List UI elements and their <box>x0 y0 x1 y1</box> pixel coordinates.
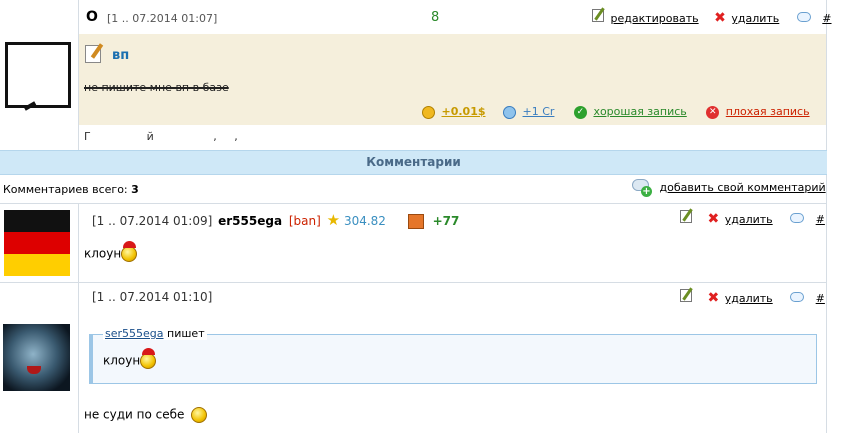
add-comment[interactable]: + добавить свой комментарий <box>632 179 826 197</box>
comment2-avatar[interactable] <box>3 324 70 391</box>
comments-count-label: Комментариев всего: 3 <box>3 183 139 196</box>
delete-link[interactable]: удалить <box>725 213 773 226</box>
post-timestamp: [1 .. 07.2014 01:07] <box>107 12 218 25</box>
quote-label: пишет <box>167 327 205 340</box>
quote-body: клоун <box>103 348 157 369</box>
comment1-text: клоун <box>84 246 122 261</box>
delete-icon[interactable]: ✖ <box>708 212 720 226</box>
notepad-icon <box>85 43 104 63</box>
delete-icon[interactable]: ✖ <box>714 11 726 25</box>
anchor-link[interactable]: # <box>816 292 825 305</box>
comment1-ban[interactable]: [ban] <box>289 214 321 228</box>
delete-link[interactable]: удалить <box>725 292 773 305</box>
treasure-icon <box>407 214 424 229</box>
comment-bubble-icon[interactable] <box>796 12 811 22</box>
comment1-header: [1 .. 07.2014 01:09] er555ega [ban] ★ 30… <box>92 211 459 229</box>
delete-icon[interactable]: ✖ <box>708 291 720 305</box>
comment1-score: 304.82 <box>343 214 386 228</box>
comments-bar-title: Комментарии <box>366 155 461 169</box>
comment-bubble-icon[interactable] <box>790 213 805 223</box>
post-actions: редактировать ✖ удалить # <box>592 9 832 25</box>
comment2-body: не суди по себе <box>84 407 208 423</box>
comment-bubble-icon[interactable] <box>790 292 805 302</box>
cross-icon: ✕ <box>706 105 720 119</box>
comment2-header: [1 .. 07.2014 01:10] <box>92 290 212 304</box>
comment1-actions: ✖ удалить # <box>680 210 825 226</box>
add-comment-icon[interactable]: + <box>632 179 652 197</box>
comment2-text: не суди по себе <box>84 407 185 422</box>
comment1-username[interactable]: er555ega <box>218 214 282 228</box>
comments-count: 3 <box>131 183 139 196</box>
edit-link[interactable]: редактировать <box>611 12 699 25</box>
edit-icon[interactable] <box>592 9 604 22</box>
cr-icon <box>503 105 517 119</box>
star-icon: ★ <box>326 211 341 229</box>
comment2-timestamp: [1 .. 07.2014 01:10] <box>92 290 213 304</box>
comment1-bonus: +77 <box>432 214 460 228</box>
money-link[interactable]: +0.01$ <box>442 105 486 118</box>
bad-link[interactable]: плохая запись <box>726 105 810 118</box>
anchor-link[interactable]: # <box>816 213 825 226</box>
post-author-initial[interactable]: O <box>86 9 98 25</box>
comment1-timestamp: [1 .. 07.2014 01:09] <box>92 214 213 228</box>
comment1-body: клоун <box>84 241 138 262</box>
comment2-actions: ✖ удалить # <box>680 289 825 305</box>
quote-text: клоун <box>103 353 141 368</box>
quote-header: ser555ega пишет <box>103 327 207 340</box>
edit-icon[interactable] <box>680 210 692 223</box>
post-avatar[interactable] <box>5 42 71 108</box>
post-rating: 8 <box>431 10 440 25</box>
edit-icon[interactable] <box>680 289 692 302</box>
cr-link[interactable]: +1 Cr <box>523 105 555 118</box>
comments-count-text: Комментариев всего: <box>3 183 128 196</box>
coin-icon <box>422 105 435 119</box>
anchor-link[interactable]: # <box>822 12 831 25</box>
santa-smiley-icon <box>140 348 157 369</box>
entry-reactions: +0.01$ +1 Cr ✓ хорошая запись ✕ плохая з… <box>422 105 810 119</box>
post-footer-text: Г й , , <box>84 130 238 143</box>
add-comment-link[interactable]: добавить свой комментарий <box>660 181 826 194</box>
quote-block <box>89 334 817 384</box>
quote-author[interactable]: ser555ega <box>105 327 164 340</box>
comments-bar: Комментарии <box>0 150 827 175</box>
entry-text: не пишите мне вп в базе <box>84 81 229 94</box>
santa-smiley-icon <box>121 241 138 262</box>
check-icon: ✓ <box>573 105 587 119</box>
entry-title[interactable]: вп <box>112 48 129 63</box>
good-link[interactable]: хорошая запись <box>593 105 686 118</box>
smirk-smiley-icon <box>191 407 208 423</box>
comment1-avatar-flag[interactable] <box>4 210 70 276</box>
delete-link[interactable]: удалить <box>731 12 779 25</box>
